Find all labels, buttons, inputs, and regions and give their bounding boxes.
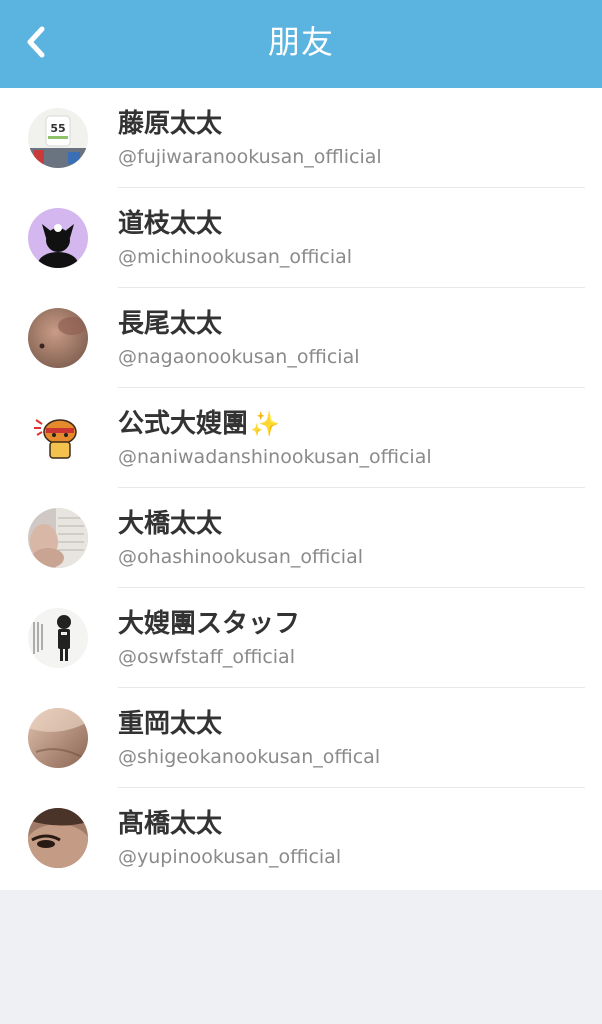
friend-name: 大嫂團スタッフ: [118, 609, 301, 639]
friend-handle: @yupinookusan_official: [118, 846, 342, 868]
friend-row-takahashi[interactable]: 髙橋太太 @yupinookusan_official: [0, 788, 602, 890]
friend-row-nagao[interactable]: 長尾太太 @nagaonookusan_official: [0, 288, 602, 388]
friend-row-official[interactable]: 公式大嫂團✨ @naniwadanshinookusan_official: [0, 388, 602, 488]
friend-row-fujiwara[interactable]: 55 藤原太太 @fujiwaranookusan_offlicial: [0, 88, 602, 188]
friend-row-shigeoka[interactable]: 重岡太太 @shigeokanookusan_offical: [0, 688, 602, 788]
friend-handle: @shigeokanookusan_offical: [118, 746, 381, 768]
friend-name: 重岡太太: [118, 709, 223, 739]
friend-row-ohashi[interactable]: 大橋太太 @ohashinookusan_official: [0, 488, 602, 588]
avatar: [28, 208, 88, 268]
friends-list: 55 藤原太太 @fujiwaranookusan_offlicial 道枝太太…: [0, 88, 602, 890]
friend-handle: @fujiwaranookusan_offlicial: [118, 146, 382, 168]
friend-name: 大橋太太: [118, 509, 223, 539]
avatar: [28, 808, 88, 868]
friend-handle: @oswfstaff_official: [118, 646, 295, 668]
avatar: [28, 408, 88, 468]
svg-text:55: 55: [50, 122, 65, 135]
friend-handle: @naniwadanshinookusan_official: [118, 446, 432, 468]
page-title: 朋友: [267, 23, 334, 61]
friend-name: 長尾太太: [118, 309, 223, 339]
avatar: [28, 708, 88, 768]
friend-name: 藤原太太: [118, 109, 223, 139]
friend-handle: @nagaonookusan_official: [118, 346, 360, 368]
avatar: 55: [28, 108, 88, 168]
friend-row-staff[interactable]: 大嫂團スタッフ @oswfstaff_official: [0, 588, 602, 688]
friend-handle: @ohashinookusan_official: [118, 546, 364, 568]
friend-name: 道枝太太: [118, 209, 223, 239]
app-header: 朋友: [0, 0, 602, 88]
avatar: [28, 608, 88, 668]
friend-row-michieda[interactable]: 道枝太太 @michinookusan_official: [0, 188, 602, 288]
avatar: [28, 508, 88, 568]
friend-name-text: 公式大嫂團: [118, 409, 249, 439]
friend-name: 公式大嫂團✨: [118, 406, 280, 442]
avatar: [28, 308, 88, 368]
sparkles-icon: ✨: [250, 410, 280, 438]
friend-handle: @michinookusan_official: [118, 246, 353, 268]
friend-name: 髙橋太太: [118, 809, 223, 839]
